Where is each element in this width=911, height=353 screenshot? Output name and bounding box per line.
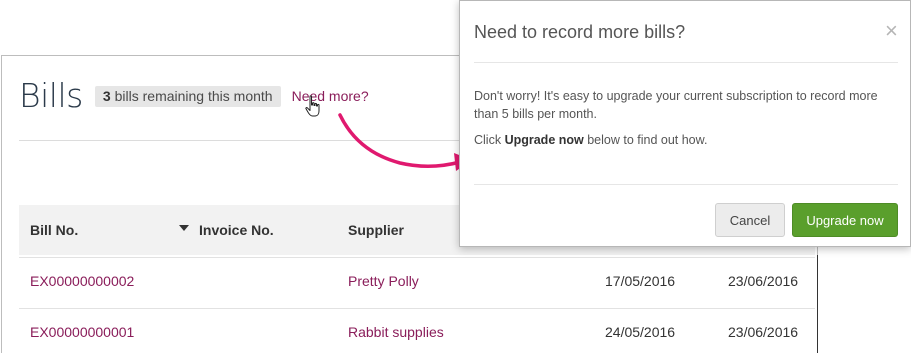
table-row[interactable]: EX00000000002 Pretty Polly 17/05/2016 23… [19,257,815,307]
upgrade-modal: Need to record more bills? × Don't worry… [459,0,911,247]
modal-title: Need to record more bills? [474,22,686,42]
modal-footer-divider [474,184,898,185]
cancel-button[interactable]: Cancel [715,203,785,237]
due-date: 23/06/2016 [728,324,799,340]
need-more-link[interactable]: Need more? [292,88,369,104]
modal-header-divider [474,62,898,63]
due-date: 23/06/2016 [728,273,799,289]
page-title: Bills [19,76,83,115]
sort-down-icon[interactable] [179,225,189,231]
bill-date: 24/05/2016 [605,324,676,340]
table-row[interactable]: EX00000000001 Rabbit supplies 24/05/2016… [19,308,815,353]
column-header-bill-no[interactable]: Bill No. [30,221,78,239]
supplier-link[interactable]: Pretty Polly [348,273,419,289]
supplier-link[interactable]: Rabbit supplies [348,324,444,340]
modal-instruction: Click Upgrade now below to find out how. [474,131,898,149]
remaining-text: bills remaining this month [114,87,273,104]
remaining-count: 3 [102,87,111,104]
pointer-arrow [338,113,472,171]
remaining-bills-badge: 3 bills remaining this month [94,85,281,107]
upgrade-now-button[interactable]: Upgrade now [792,203,898,237]
column-header-invoice-no[interactable]: Invoice No. [199,221,274,239]
bill-no-link[interactable]: EX00000000001 [30,324,134,340]
instruction-suffix: below to find out how. [583,133,708,147]
table-right-edge [817,255,818,353]
arrow-curve [338,113,462,168]
instruction-bold: Upgrade now [504,133,584,147]
bill-date: 17/05/2016 [605,273,676,289]
hand-pointer-icon [305,95,320,117]
modal-body: Don't worry! It's easy to upgrade your c… [474,87,898,157]
bill-no-link[interactable]: EX00000000002 [30,273,134,289]
instruction-prefix: Click [474,133,505,147]
column-header-supplier[interactable]: Supplier [348,221,404,239]
close-icon[interactable]: × [885,19,898,43]
modal-message: Don't worry! It's easy to upgrade your c… [474,89,878,121]
